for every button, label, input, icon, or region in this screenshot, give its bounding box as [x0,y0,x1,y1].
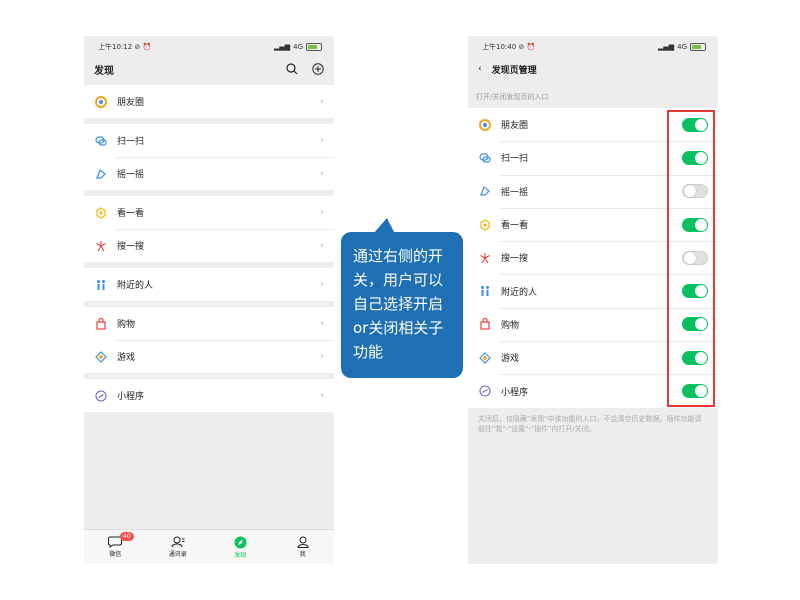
tab-label: 微信 [109,551,122,558]
battery-icon [690,43,706,51]
menu-item-scan[interactable]: 扫一扫 › [84,124,334,157]
chevron-right-icon: › [320,318,324,329]
menu-item-label: 附近的人 [117,281,154,291]
chevron-right-icon: › [320,240,324,251]
menu-item-label: 小程序 [117,392,145,402]
footnote: 关闭后，仅隐藏"发现"中该功能的入口，不会清空历史数据。插件功能请前往"我"-"… [478,414,702,433]
menu-item-label: 摇一摇 [117,170,145,180]
people-nearby-icon [94,278,108,292]
signal-icon: ▂▄▆ [657,43,675,51]
moments-icon [478,118,492,132]
toggle-label: 附近的人 [501,287,538,298]
signal-icon: ▂▄▆ [273,43,291,51]
menu-item-search[interactable]: 搜一搜 › [84,229,334,262]
menu-item-shake[interactable]: 摇一摇 › [84,157,334,190]
callout-text: 通过右侧的开关，用户可以自己选择开启or关闭相关子功能 [353,247,444,361]
menu-item-nearby[interactable]: 附近的人 › [84,268,334,301]
menu-item-label: 扫一扫 [117,137,145,147]
menu-item-label: 搜一搜 [117,242,145,252]
discover-screen: 上午10:12 ⊘ ⏰ ▂▄▆ 4G 发现 朋友圈 › 扫一扫 › 摇一摇 › [84,36,334,564]
menu-item-label: 购物 [117,320,136,330]
menu-item-miniprogram[interactable]: 小程序 › [84,379,334,412]
battery-icon [306,43,322,51]
scan-shake-group: 扫一扫 › 摇一摇 › [84,124,334,190]
shake-icon [478,184,492,198]
menu-item-moments[interactable]: 朋友圈 › [84,85,334,118]
chevron-right-icon: › [320,135,324,146]
menu-item-label: 看一看 [117,209,145,219]
shop-game-group: 购物 › 游戏 › [84,307,334,373]
person-icon [297,536,309,548]
toggle-label: 游戏 [501,354,520,365]
chevron-right-icon: › [320,390,324,401]
toggle-label: 扫一扫 [501,154,529,165]
tab-chats[interactable]: 40 微信 [84,530,147,564]
look-icon [478,218,492,232]
toggle-label: 朋友圈 [501,121,529,132]
tab-discover[interactable]: 发现 [209,530,272,564]
tab-me[interactable]: 我 [272,530,335,564]
toggle-highlight-box [667,110,715,407]
look-icon [94,206,108,220]
contacts-icon [171,536,185,548]
status-time: 上午10:12 ⊘ ⏰ [98,43,152,51]
network-label: 4G [677,43,687,51]
status-bar: 上午10:12 ⊘ ⏰ ▂▄▆ 4G [84,36,334,58]
miniprogram-group: 小程序 › [84,379,334,412]
toggle-label: 小程序 [501,387,529,398]
shake-icon [94,167,108,181]
scan-icon [94,134,108,148]
chevron-right-icon: › [320,207,324,218]
search-icon[interactable] [286,63,298,75]
toggle-label: 搜一搜 [501,254,529,265]
menu-item-label: 游戏 [117,353,136,363]
tab-label: 通讯录 [168,551,187,558]
top-bar: ‹ 发现页管理 [468,58,718,80]
moments-group: 朋友圈 › [84,85,334,118]
mini-program-icon [94,389,108,403]
tab-label: 我 [299,551,306,558]
tab-contacts[interactable]: 通讯录 [147,530,210,564]
back-arrow-icon[interactable]: ‹ [478,64,482,74]
game-icon [94,350,108,364]
shopping-bag-icon [478,317,492,331]
unread-badge: 40 [120,532,134,541]
menu-item-label: 朋友圈 [117,98,145,108]
search-sparkle-icon [478,251,492,265]
search-sparkle-icon [94,239,108,253]
compass-icon [234,536,247,548]
look-search-group: 看一看 › 搜一搜 › [84,196,334,262]
game-icon [478,351,492,365]
chevron-right-icon: › [320,96,324,107]
add-icon[interactable] [312,63,324,75]
chevron-right-icon: › [320,168,324,179]
chevron-right-icon: › [320,351,324,362]
network-label: 4G [293,43,303,51]
moments-icon [94,95,108,109]
scan-icon [478,151,492,165]
menu-item-shopping[interactable]: 购物 › [84,307,334,340]
mini-program-icon [478,384,492,398]
chevron-right-icon: › [320,279,324,290]
bottom-tab-bar: 40 微信 通讯录 发现 我 [84,529,334,564]
section-title: 打开/关闭发现页的入口 [476,93,549,101]
tab-label: 发现 [234,551,247,559]
nearby-group: 附近的人 › [84,268,334,301]
top-bar: 发现 [84,58,334,80]
menu-item-games[interactable]: 游戏 › [84,340,334,373]
status-bar: 上午10:40 ⊘ ⏰ ▂▄▆ 4G [468,36,718,58]
menu-item-look[interactable]: 看一看 › [84,196,334,229]
people-nearby-icon [478,284,492,298]
toggle-label: 摇一摇 [501,187,529,198]
toggle-label: 看一看 [501,221,529,232]
status-time: 上午10:40 ⊘ ⏰ [482,43,536,51]
shopping-bag-icon [94,317,108,331]
page-title: 发现 [94,65,114,77]
annotation-callout: 通过右侧的开关，用户可以自己选择开启or关闭相关子功能 [341,232,463,378]
page-title: 发现页管理 [491,65,537,76]
toggle-label: 购物 [501,320,520,331]
